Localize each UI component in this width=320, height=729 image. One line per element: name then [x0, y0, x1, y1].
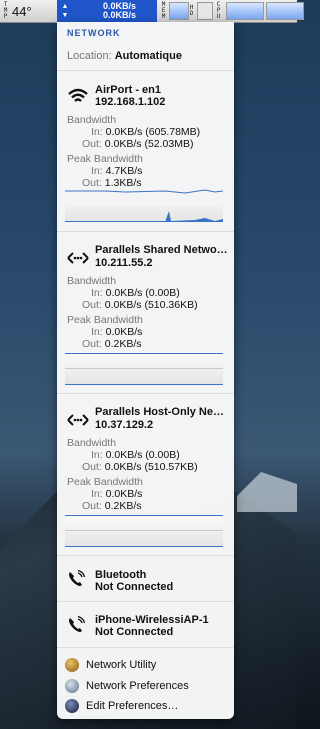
network-utility-label: Network Utility	[86, 659, 157, 671]
modem-bluetooth[interactable]: Bluetooth Not Connected	[57, 556, 234, 602]
interface-name: Parallels Host-Only Ne…	[95, 406, 224, 418]
network-preferences-label: Network Preferences	[86, 680, 189, 692]
interface-ip: 10.37.129.2	[95, 419, 154, 431]
peak-out: Out: 1.3KB/s	[82, 177, 142, 189]
bandwidth-out: Out: 0.0KB/s (510.36KB)	[82, 299, 198, 311]
hd-label: HD	[189, 4, 194, 17]
interface-parallels-host-only: Parallels Host-Only Ne… 10.37.129.2 Band…	[57, 394, 234, 556]
network-utility-icon	[65, 658, 79, 672]
bandwidth-label: Bandwidth	[67, 437, 117, 449]
cpu-label: CPU	[216, 1, 221, 20]
net-down-rate: 0.0KB/s	[102, 10, 136, 20]
wifi-icon	[68, 88, 88, 102]
net-arrows-icon: ▲ ▼	[61, 3, 69, 19]
edit-preferences-item[interactable]: Edit Preferences…	[65, 699, 178, 713]
peak-bandwidth-label: Peak Bandwidth	[67, 476, 143, 488]
hd-graph	[197, 2, 213, 20]
peak-bandwidth-label: Peak Bandwidth	[67, 314, 143, 326]
network-header-section: NETWORK Location: Automatique	[57, 22, 234, 71]
network-preferences-item[interactable]: Network Preferences	[65, 679, 189, 693]
location-value: Automatique	[114, 50, 182, 62]
bandwidth-in: In: 0.0KB/s (0.00B)	[91, 449, 180, 461]
interface-parallels-shared: Parallels Shared Netwo… 10.211.55.2 Band…	[57, 232, 234, 394]
bandwidth-graph-plot	[65, 189, 223, 222]
mem-graph	[169, 2, 189, 20]
ethernet-icon	[67, 252, 89, 264]
location-row[interactable]: Location: Automatique	[67, 50, 182, 62]
bandwidth-in: In: 0.0KB/s (605.78MB)	[91, 126, 201, 138]
bandwidth-graph	[65, 352, 223, 385]
peak-in: In: 0.0KB/s	[91, 488, 143, 500]
bandwidth-graph	[65, 189, 223, 222]
interface-ip: 192.168.1.102	[95, 96, 166, 108]
bandwidth-out: Out: 0.0KB/s (510.57KB)	[82, 461, 198, 473]
menu-bar: TMP 44° ▲ ▼ 0.0KB/s 0.0KB/s MEM HD CPU	[0, 0, 304, 23]
mem-menu[interactable]: MEM	[160, 0, 189, 22]
network-preferences-icon	[65, 679, 79, 693]
temperature-menu[interactable]: TMP 44°	[2, 0, 32, 22]
desktop-snow	[237, 472, 297, 512]
istat-icon	[65, 699, 79, 713]
network-utility-item[interactable]: Network Utility	[65, 658, 156, 672]
phone-icon	[69, 616, 85, 632]
cpu-graph-2	[266, 2, 304, 20]
interface-ip: 10.211.55.2	[95, 257, 153, 269]
interface-name: Parallels Shared Netwo…	[95, 244, 227, 256]
interface-airport: AirPort - en1 192.168.1.102 Bandwidth In…	[57, 71, 234, 232]
bandwidth-label: Bandwidth	[67, 275, 117, 287]
modem-status: Not Connected	[95, 626, 174, 638]
edit-preferences-label: Edit Preferences…	[86, 700, 179, 712]
ethernet-icon	[67, 414, 89, 426]
network-heading: NETWORK	[67, 28, 121, 38]
mem-label: MEM	[161, 1, 166, 20]
bandwidth-in: In: 0.0KB/s (0.00B)	[91, 287, 180, 299]
peak-out: Out: 0.2KB/s	[82, 500, 142, 512]
network-menu[interactable]: ▲ ▼ 0.0KB/s 0.0KB/s	[57, 0, 157, 22]
modem-iphone[interactable]: iPhone-WirelessiAP-1 Not Connected	[57, 602, 234, 648]
temperature-value: 44°	[12, 3, 32, 19]
peak-out: Out: 0.2KB/s	[82, 338, 142, 350]
modem-status: Not Connected	[95, 581, 174, 593]
phone-icon	[69, 570, 85, 586]
bandwidth-out: Out: 0.0KB/s (52.03MB)	[82, 138, 194, 150]
cpu-graph-1	[226, 2, 264, 20]
bandwidth-label: Bandwidth	[67, 114, 117, 126]
network-dropdown: NETWORK Location: Automatique AirPort - …	[57, 22, 234, 719]
location-label: Location:	[67, 50, 112, 62]
tmp-label: TMP	[3, 1, 8, 20]
peak-in: In: 0.0KB/s	[91, 326, 143, 338]
peak-bandwidth-label: Peak Bandwidth	[67, 153, 143, 165]
cpu-menu[interactable]: CPU	[215, 0, 304, 22]
hd-menu[interactable]: HD	[188, 0, 213, 22]
peak-in: In: 4.7KB/s	[91, 165, 143, 177]
bandwidth-graph	[65, 514, 223, 547]
